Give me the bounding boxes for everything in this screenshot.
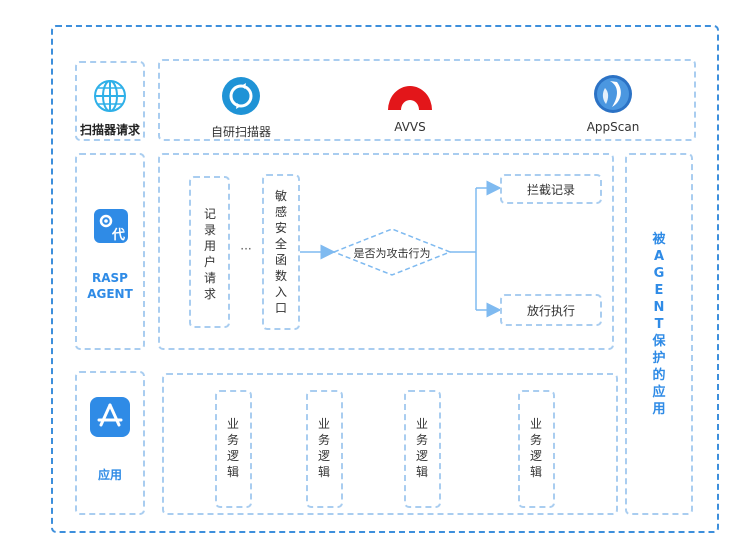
business-logic-text-1: 业务逻辑	[226, 417, 239, 479]
business-logic-text-3: 业务逻辑	[415, 417, 428, 479]
app-label-box	[75, 371, 145, 515]
app-label: 应用	[97, 468, 122, 482]
allow-label: 放行执行	[526, 304, 575, 318]
app-store-icon	[90, 397, 130, 441]
business-logic-text-2: 业务逻辑	[317, 417, 330, 479]
protected-app-label: 被AGENT保护的应用	[652, 232, 666, 417]
business-logic-text-4: 业务逻辑	[529, 417, 542, 479]
intercept-label: 拦截记录	[526, 183, 575, 197]
decision-label: 是否为攻击行为	[353, 247, 431, 260]
